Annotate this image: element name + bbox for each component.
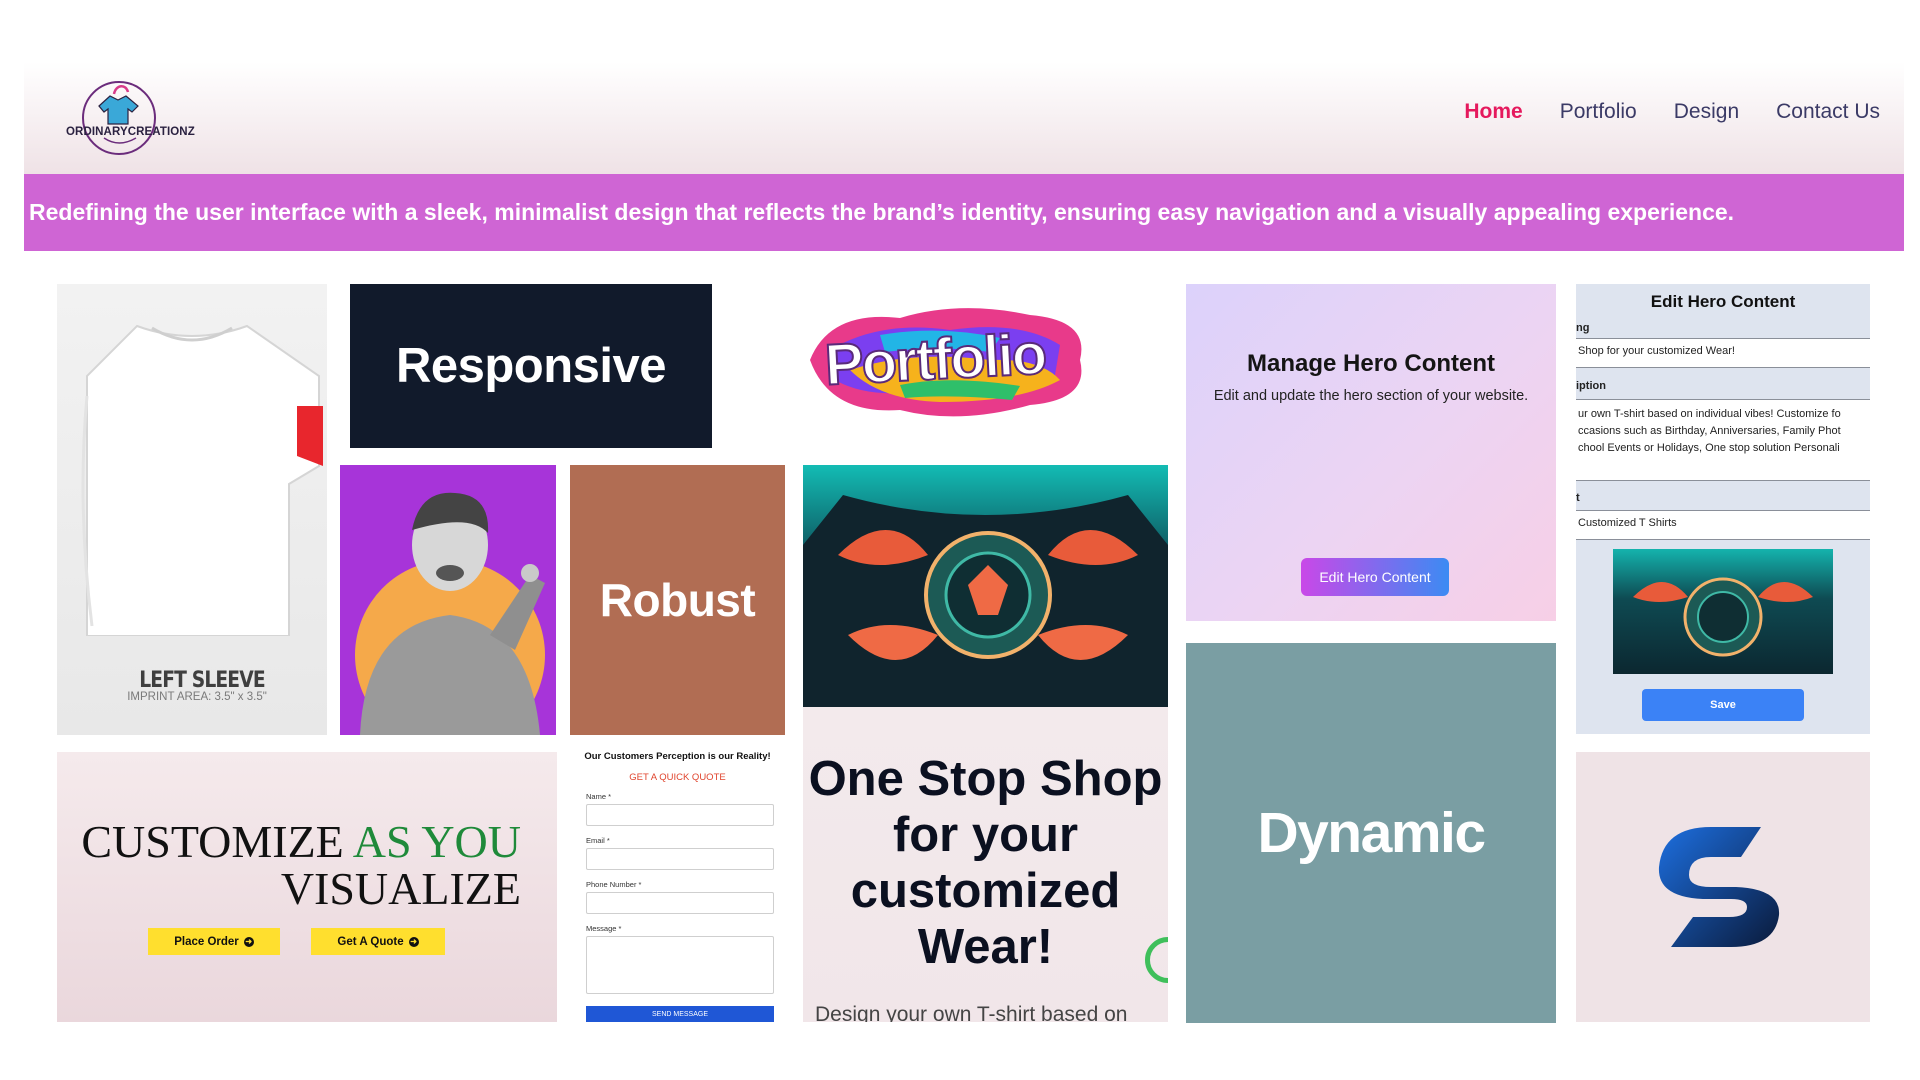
customize-word: CUSTOMIZE bbox=[81, 816, 353, 867]
main-nav: Home Portfolio Design Contact Us bbox=[1464, 100, 1880, 124]
brand-mark-tile bbox=[1576, 752, 1870, 1022]
responsive-tile: Responsive bbox=[350, 284, 712, 448]
description-line: chool Events or Holidays, One stop solut… bbox=[1578, 442, 1840, 454]
place-order-label: Place Order bbox=[174, 935, 239, 948]
button-text-input-value: Customized T Shirts bbox=[1578, 517, 1677, 529]
form-heading: Our Customers Perception is our Reality! bbox=[584, 751, 771, 762]
headline-line: Wear! bbox=[917, 920, 1054, 974]
s-logo-icon bbox=[1658, 827, 1780, 947]
button-text-input[interactable]: Customized T Shirts bbox=[1576, 510, 1870, 540]
phone-label: Phone Number * bbox=[586, 880, 642, 889]
save-button[interactable]: Save bbox=[1642, 689, 1804, 721]
name-field[interactable] bbox=[586, 804, 774, 826]
edit-hero-panel: Edit Hero Content ng Shop for your custo… bbox=[1576, 284, 1870, 734]
manage-hero-card: Manage Hero Content Edit and update the … bbox=[1186, 284, 1556, 621]
heading-field-label: ng bbox=[1576, 322, 1590, 334]
name-label: Name * bbox=[586, 792, 612, 801]
quick-quote-form: Our Customers Perception is our Reality!… bbox=[570, 748, 785, 1022]
model-photo-tile bbox=[340, 465, 556, 735]
nav-portfolio-link[interactable]: Portfolio bbox=[1560, 100, 1637, 124]
email-label: Email * bbox=[586, 836, 610, 845]
one-stop-shop-tile: One Stop Shop for your customized Wear! … bbox=[803, 707, 1168, 1022]
customize-hero-tile: CUSTOMIZE AS YOU VISUALIZE Place Order ➜… bbox=[57, 752, 557, 1022]
hero-image-preview[interactable] bbox=[1613, 549, 1833, 674]
imprint-area-label: IMPRINT AREA: 3.5" x 3.5" bbox=[127, 691, 267, 703]
edit-hero-panel-title: Edit Hero Content bbox=[1650, 292, 1796, 311]
description-line: ccasions such as Birthday, Anniversaries… bbox=[1578, 425, 1841, 437]
form-subheading: GET A QUICK QUOTE bbox=[629, 772, 726, 783]
dynamic-word: Dynamic bbox=[1257, 801, 1486, 865]
customize-headline-line1: CUSTOMIZE AS YOU bbox=[81, 815, 521, 868]
tshirt-mockup-tile: LEFT SLEEVE IMPRINT AREA: 3.5" x 3.5" bbox=[57, 284, 327, 735]
site-header: ORDINARYCREATIONZ Home Portfolio Design … bbox=[24, 62, 1904, 174]
manage-hero-description: Edit and update the hero section of your… bbox=[1213, 388, 1529, 404]
dynamic-tile: Dynamic bbox=[1186, 643, 1556, 1023]
headline-line: customized bbox=[850, 864, 1121, 918]
tagline-banner: Redefining the user interface with a sle… bbox=[24, 174, 1904, 251]
arrow-right-icon: ➜ bbox=[408, 936, 419, 947]
tagline-text: Redefining the user interface with a sle… bbox=[29, 199, 1735, 225]
email-field[interactable] bbox=[586, 848, 774, 870]
button-text-field-label: t bbox=[1576, 492, 1580, 504]
get-a-quote-button[interactable]: Get A Quote ➜ bbox=[311, 928, 445, 955]
nav-home-link[interactable]: Home bbox=[1464, 100, 1522, 124]
robust-word: Robust bbox=[599, 574, 756, 626]
printed-tee-photo-tile bbox=[803, 465, 1168, 707]
portfolio-tile: Portfolio bbox=[790, 290, 1100, 430]
as-you-accent: AS YOU bbox=[352, 816, 521, 867]
headline-line: for your bbox=[892, 808, 1079, 862]
message-textarea[interactable] bbox=[586, 936, 774, 994]
one-stop-headline: One Stop Shop for your customized Wear! bbox=[803, 751, 1168, 975]
robust-tile: Robust bbox=[570, 465, 785, 735]
manage-hero-title: Manage Hero Content bbox=[1246, 350, 1495, 377]
smiling-man-image bbox=[355, 492, 545, 735]
responsive-word: Responsive bbox=[395, 339, 667, 393]
edit-hero-content-button[interactable]: Edit Hero Content bbox=[1301, 558, 1449, 596]
description-textarea[interactable]: ur own T-shirt based on individual vibes… bbox=[1576, 399, 1870, 481]
description-line: ur own T-shirt based on individual vibes… bbox=[1578, 408, 1841, 420]
tshirt-mockup-image bbox=[81, 324, 323, 636]
phone-field[interactable] bbox=[586, 892, 774, 914]
heading-input[interactable]: Shop for your customized Wear! bbox=[1576, 338, 1870, 368]
logo-text: ORDINARYCREATIONZ bbox=[66, 126, 195, 138]
customize-headline-line2: VISUALIZE bbox=[280, 863, 521, 914]
place-order-button[interactable]: Place Order ➜ bbox=[148, 928, 280, 955]
send-message-button[interactable]: SEND MESSAGE bbox=[586, 1006, 774, 1022]
brand-logo[interactable]: ORDINARYCREATIONZ bbox=[44, 76, 195, 158]
one-stop-subtext: Design your own T-shirt based on bbox=[815, 1003, 1128, 1022]
printed-tee-image bbox=[803, 495, 1168, 707]
logo-emblem-icon bbox=[82, 81, 156, 155]
arrow-right-icon: ➜ bbox=[243, 936, 254, 947]
left-sleeve-label: LEFT SLEEVE bbox=[139, 668, 265, 693]
get-a-quote-label: Get A Quote bbox=[337, 935, 404, 948]
description-field-label: iption bbox=[1576, 380, 1606, 392]
message-label: Message * bbox=[586, 924, 622, 933]
nav-contact-link[interactable]: Contact Us bbox=[1776, 100, 1880, 124]
heading-input-value: Shop for your customized Wear! bbox=[1578, 345, 1735, 357]
nav-design-link[interactable]: Design bbox=[1674, 100, 1739, 124]
printed-tee-thumbnail-image bbox=[1633, 577, 1813, 657]
headline-line: One Stop Shop bbox=[808, 752, 1163, 806]
